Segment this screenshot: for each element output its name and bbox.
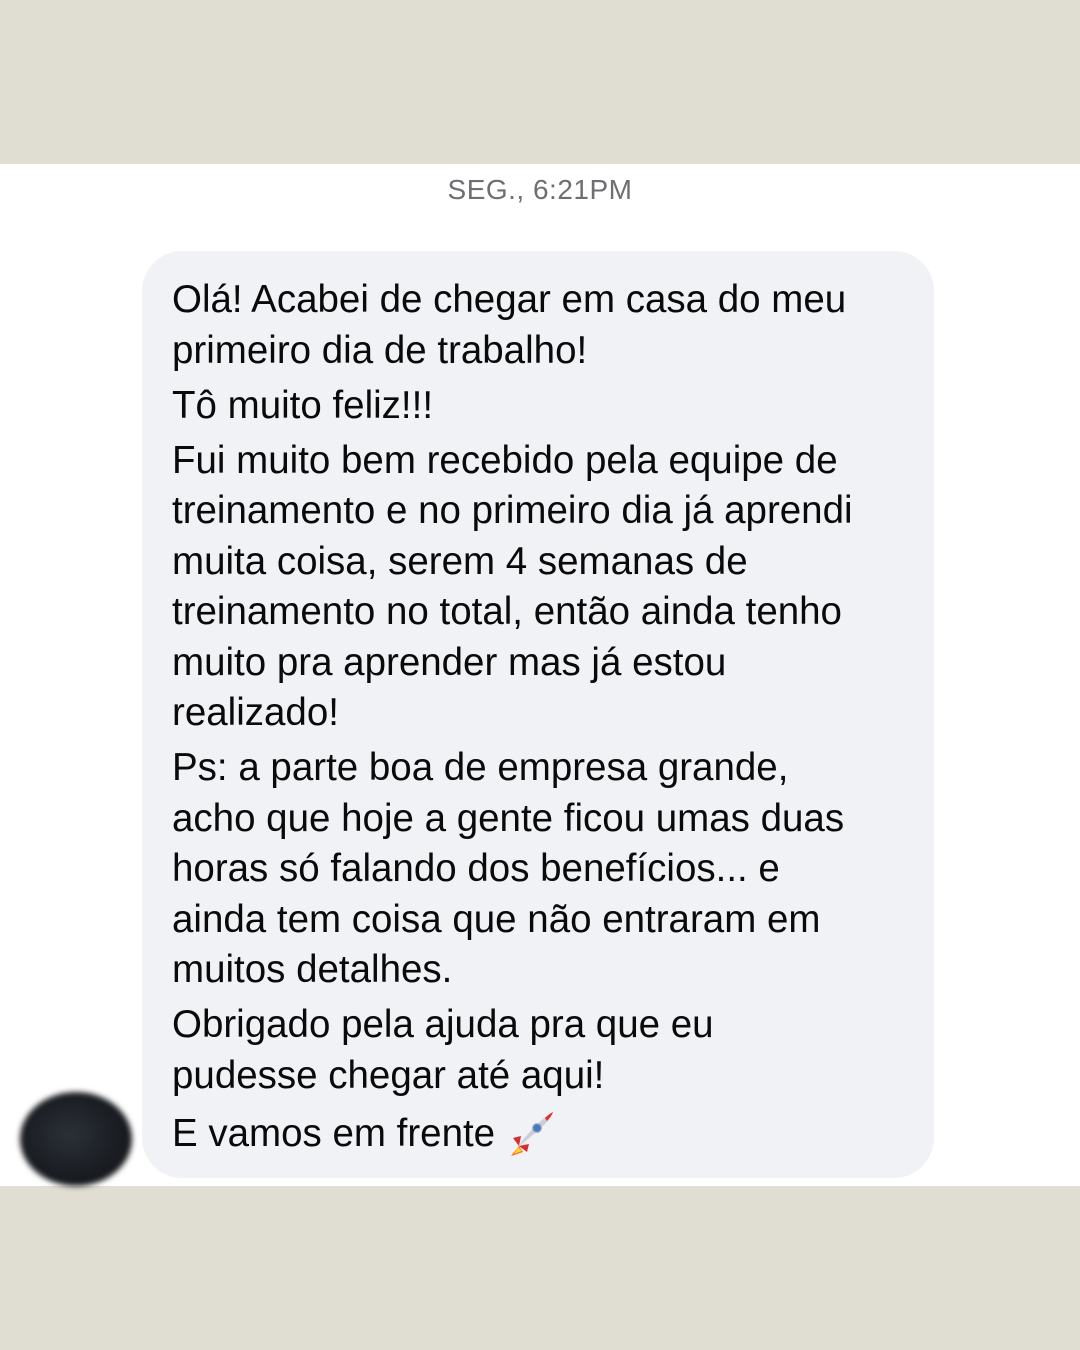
message-line: treinamento no total, então ainda tenho — [172, 590, 842, 633]
message-line: acho que hoje a gente ficou umas duas — [172, 796, 845, 840]
message-paragraph: Olá! Acabei de chegar em casa do meu pri… — [172, 275, 914, 376]
message-line: Ps: a parte boa de empresa grande, — [172, 746, 789, 789]
message-line: Obrigado pela ajuda pra que eu — [172, 1003, 714, 1046]
message-line: treinamento e no primeiro dia já aprendi — [172, 489, 853, 532]
message-line: E vamos em frente — [172, 1111, 496, 1155]
message-line: realizado! — [172, 691, 339, 734]
message-line: muita coisa, serem 4 semanas de — [172, 539, 748, 583]
message-line: pudesse chegar até aqui! — [172, 1053, 605, 1097]
message-line: horas só falando dos benefícios... e — [172, 847, 780, 890]
message-paragraph: Obrigado pela ajuda pra que eu pudesse c… — [172, 1000, 914, 1101]
message-line: muitos detalhes. — [172, 948, 453, 991]
message-bubble[interactable]: Olá! Acabei de chegar em casa do meu pri… — [142, 251, 934, 1178]
message-line: primeiro dia de trabalho! — [172, 328, 588, 372]
message-line: Olá! Acabei de chegar em casa do meu — [172, 278, 847, 321]
rocket-icon — [505, 1106, 559, 1160]
message-paragraph: Tô muito feliz!!! — [172, 381, 914, 432]
message-paragraph: Fui muito bem recebido pela equipe de tr… — [172, 436, 914, 739]
message-line: Fui muito bem recebido pela equipe de — [172, 438, 838, 482]
avatar[interactable] — [20, 1092, 132, 1186]
message-paragraph: Ps: a parte boa de empresa grande, acho … — [172, 743, 914, 996]
message-line: Tô muito feliz!!! — [172, 383, 434, 427]
message-line: ainda tem coisa que não entraram em — [172, 897, 821, 941]
message-closing: E vamos em frente — [172, 1106, 914, 1160]
message-timestamp: SEG., 6:21PM — [447, 174, 633, 205]
message-line: muito pra aprender mas já estou — [172, 640, 727, 684]
